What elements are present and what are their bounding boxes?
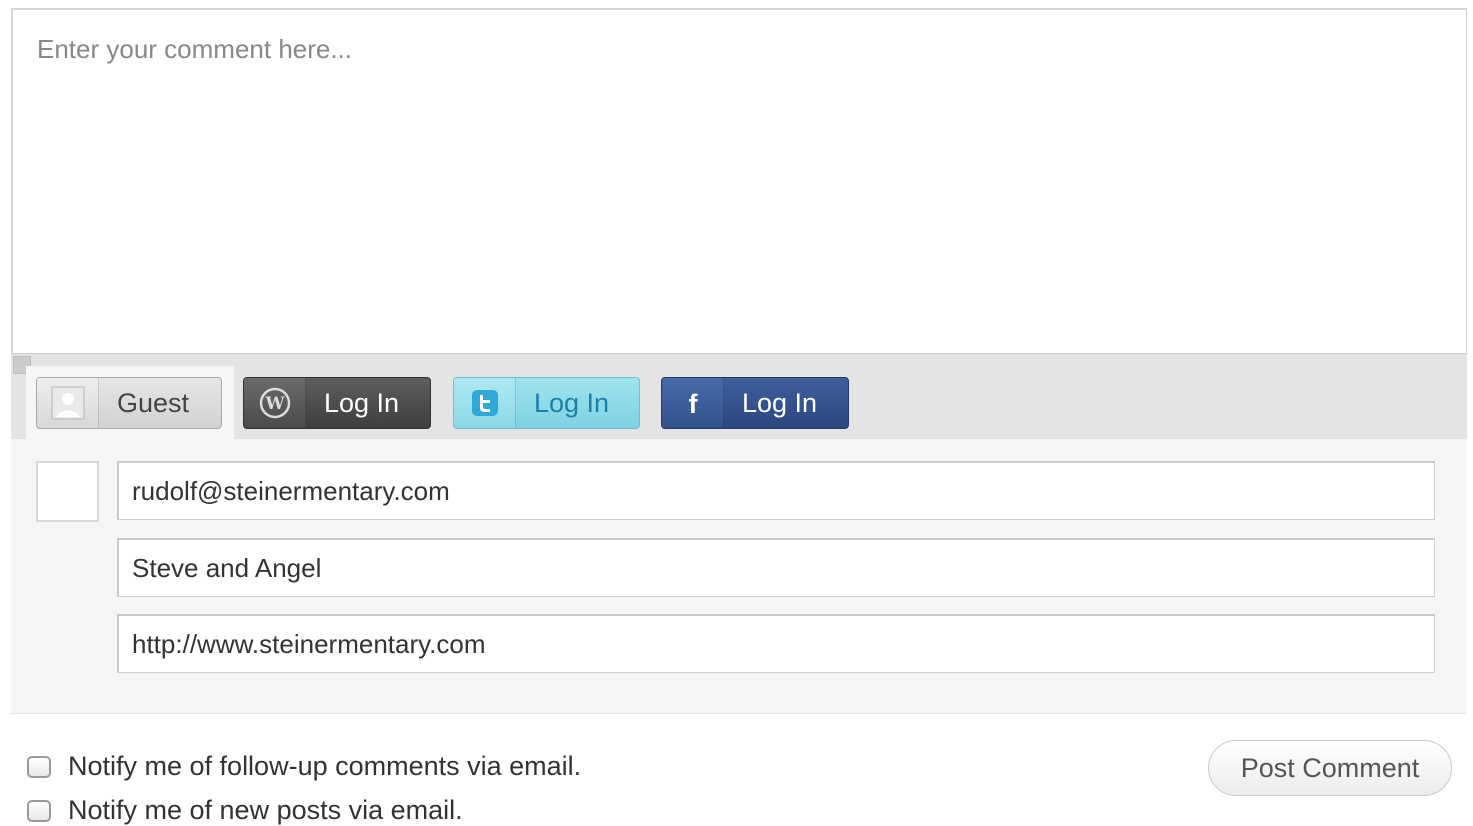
name-field[interactable]: [117, 538, 1435, 597]
svg-text:W: W: [264, 394, 285, 414]
website-field[interactable]: [117, 614, 1435, 673]
notify-followup-checkbox[interactable]: [27, 755, 51, 778]
wordpress-login-button[interactable]: W Log In: [243, 377, 431, 429]
guest-tab-button[interactable]: Guest: [36, 377, 222, 429]
wordpress-login-label: Log In: [324, 387, 400, 418]
comment-placeholder: Enter your comment here...: [37, 34, 353, 64]
comment-textarea[interactable]: Enter your comment here...: [11, 8, 1467, 354]
facebook-login-button[interactable]: f Log In: [661, 377, 849, 429]
twitter-login-label: Log In: [534, 387, 610, 418]
notify-posts-label: Notify me of new posts via email.: [68, 795, 463, 825]
avatar: [36, 461, 99, 522]
facebook-login-label: Log In: [742, 387, 818, 418]
notify-posts-checkbox[interactable]: [27, 799, 51, 822]
post-comment-button[interactable]: Post Comment: [1208, 740, 1452, 796]
twitter-icon: [454, 378, 516, 428]
facebook-icon: f: [662, 378, 724, 428]
notify-posts-option[interactable]: Notify me of new posts via email.: [27, 795, 463, 826]
twitter-login-button[interactable]: Log In: [453, 377, 640, 429]
person-icon: [37, 378, 99, 428]
notify-followup-option[interactable]: Notify me of follow-up comments via emai…: [27, 751, 581, 782]
guest-tab-label: Guest: [117, 387, 190, 418]
email-field[interactable]: [117, 461, 1435, 520]
svg-text:f: f: [688, 389, 698, 418]
wordpress-icon: W: [244, 378, 306, 428]
notify-followup-label: Notify me of follow-up comments via emai…: [68, 751, 582, 781]
